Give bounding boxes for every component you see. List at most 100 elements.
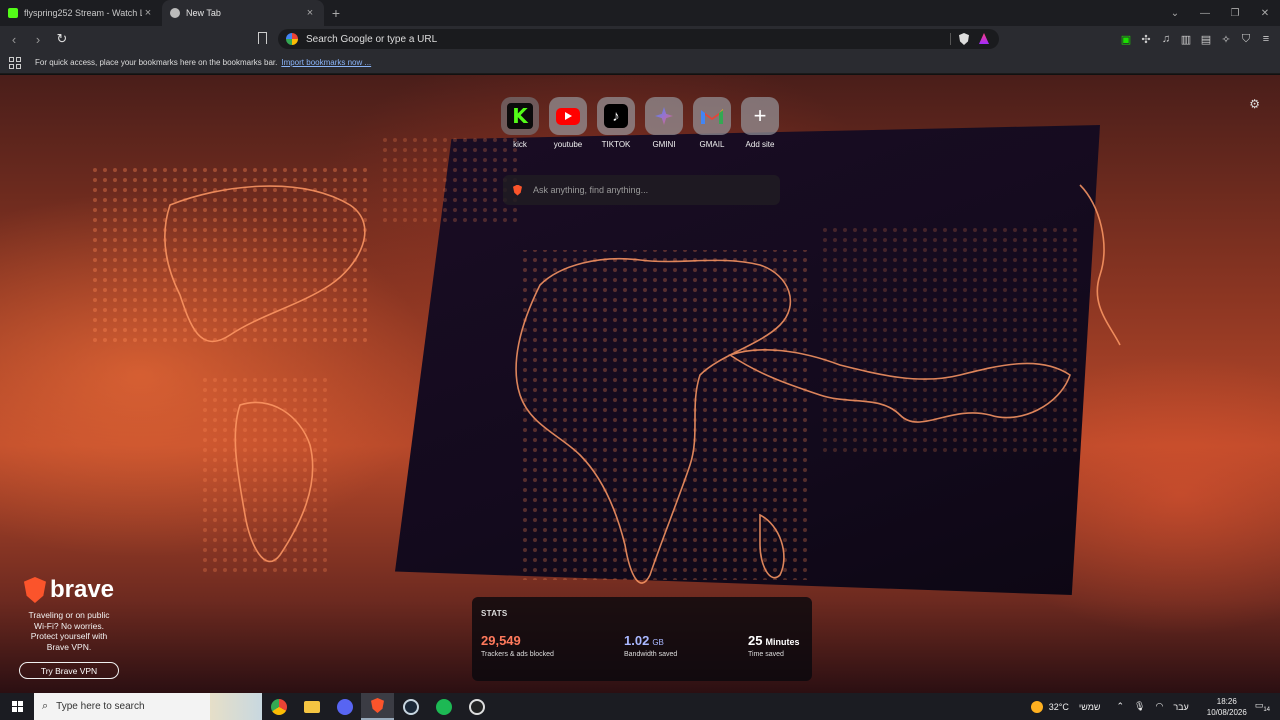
back-button[interactable]: ‹ [4,29,24,49]
shortcut-gemini[interactable]: GMINI [645,97,683,149]
bookmarks-hint: For quick access, place your bookmarks h… [35,58,278,67]
taskbar-steam[interactable] [394,693,427,720]
time-unit: Minutes [765,637,800,647]
shortcut-tiktok[interactable]: ♪ TIKTOK [597,97,635,149]
stats-heading: STATS [481,609,508,618]
notifications-icon[interactable]: ▭14 [1255,700,1270,713]
folder-icon [303,700,320,713]
time-stat: 25 Minutes Time saved [748,633,799,658]
search-icon: ⌕ [42,700,49,712]
address-bar[interactable]: Search Google or type a URL [278,29,999,49]
weather-temp[interactable]: 32°C [1049,702,1069,712]
chrome-icon [270,698,287,715]
clock-date: 10/08/2026 [1206,707,1247,717]
close-tab-icon[interactable]: × [304,7,316,19]
steam-icon [402,698,419,715]
network-icon[interactable]: ◠ [1155,701,1163,712]
taskbar-brave[interactable] [361,693,394,720]
new-tab-page: ⚙ K kick youtube ♪ TIKTOK GMINI GMAIL + … [0,75,1280,693]
gmail-icon [701,109,723,124]
brave-shields-icon[interactable] [959,33,969,45]
tab-search-icon[interactable]: ⌄ [1160,0,1190,26]
reload-button[interactable]: ↻ [52,29,72,49]
microphone-icon[interactable]: 🎙 [1134,701,1145,712]
minimize-button[interactable]: — [1190,0,1220,26]
leo-ai-icon[interactable]: ✧ [1218,31,1234,47]
time-value: 25 [748,633,763,648]
toolbar-actions: ▣ ✣ ♫ ▥ ▤ ✧ ⛉ ≡ [1118,26,1274,52]
media-icon[interactable]: ♫ [1158,31,1174,47]
bandwidth-unit: GB [652,638,664,647]
search-highlight-image [210,693,262,720]
brand-name: brave [49,576,115,603]
try-vpn-button[interactable]: Try Brave VPN [19,662,119,679]
bandwidth-stat: 1.02 GB Bandwidth saved [624,633,748,658]
shortcut-kick[interactable]: K kick [501,97,539,149]
brave-logo-icon [513,184,522,196]
address-placeholder: Search Google or type a URL [306,33,438,45]
trackers-stat: 29,549 Trackers & ads blocked [481,633,624,658]
tray-overflow-icon[interactable]: ⌃ [1116,701,1124,712]
taskbar: ⌕ Type here to search 32°C שמשי ⌃ 🎙 ◠ עב… [0,693,1280,720]
brave-taskbar-icon [371,698,384,713]
apps-icon[interactable] [9,56,21,69]
shortcut-label: youtube [553,140,583,149]
browser-toolbar: ‹ › ↻ Search Google or type a URL ▣ ✣ ♫ … [0,26,1280,52]
taskbar-spotify[interactable] [427,693,460,720]
start-button[interactable] [0,693,34,720]
stats-widget: STATS 29,549 Trackers & ads blocked 1.02… [472,597,812,681]
extensions-icon[interactable]: ✣ [1138,31,1154,47]
taskbar-discord[interactable] [328,693,361,720]
customize-settings-icon[interactable]: ⚙ [1249,97,1260,111]
bookmark-icon[interactable] [258,32,267,44]
language-indicator[interactable]: עבר [1173,702,1188,712]
vpn-shield-icon[interactable]: ⛉ [1238,31,1254,47]
import-bookmarks-link[interactable]: Import bookmarks now ... [281,58,371,67]
obs-icon [468,698,485,715]
taskbar-search-input[interactable]: ⌕ Type here to search [34,693,262,720]
gemini-icon [655,107,673,125]
close-window-button[interactable]: ✕ [1250,0,1280,26]
plus-icon: + [753,103,767,128]
google-icon [286,33,298,45]
top-sites: K kick youtube ♪ TIKTOK GMINI GMAIL + Ad… [501,97,779,149]
bandwidth-caption: Bandwidth saved [624,651,678,658]
tab-title: New Tab [186,8,221,18]
brave-rewards-icon[interactable] [979,33,989,44]
clock[interactable]: 18:26 10/08/2026 [1207,696,1247,718]
promo-text: Traveling or on public Wi-Fi? No worries… [28,610,110,652]
tiktok-icon: ♪ [604,104,628,128]
weather-condition: שמשי [1078,701,1101,712]
youtube-icon [556,107,580,125]
vpn-icon[interactable]: ▣ [1118,31,1134,47]
close-tab-icon[interactable]: × [142,7,154,19]
shortcut-youtube[interactable]: youtube [549,97,587,149]
wallet-icon[interactable]: ▤ [1198,31,1214,47]
taskbar-chrome[interactable] [262,693,295,720]
shortcut-gmail[interactable]: GMAIL [693,97,731,149]
brave-brand: brave [19,576,119,604]
bookmarks-bar: For quick access, place your bookmarks h… [0,52,1280,74]
discord-icon [336,698,353,715]
sidebar-icon[interactable]: ▥ [1178,31,1194,47]
tab-kick-stream[interactable]: flyspring252 Stream - Watch Live on × [0,0,162,26]
shortcut-label: GMAIL [699,140,725,149]
search-input[interactable]: Ask anything, find anything... [503,175,780,205]
maximize-button[interactable]: ❐ [1220,0,1250,26]
divider [950,33,951,45]
brave-favicon-icon [170,8,180,18]
forward-button[interactable]: › [28,29,48,49]
menu-icon[interactable]: ≡ [1258,31,1274,47]
new-tab-button[interactable]: + [324,0,348,26]
add-site-button[interactable]: + Add site [741,97,779,149]
kick-favicon-icon [8,8,18,18]
shortcut-label: GMINI [652,140,676,149]
tab-title: flyspring252 Stream - Watch Live on [24,8,142,18]
kick-icon: K [507,103,533,129]
taskbar-obs[interactable] [460,693,493,720]
system-tray: 32°C שמשי ⌃ 🎙 ◠ עבר 18:26 10/08/2026 ▭14 [1030,693,1280,720]
tab-new-tab[interactable]: New Tab × [162,0,324,26]
windows-icon [11,701,23,712]
trackers-value: 29,549 [481,633,521,648]
taskbar-file-explorer[interactable] [295,693,328,720]
